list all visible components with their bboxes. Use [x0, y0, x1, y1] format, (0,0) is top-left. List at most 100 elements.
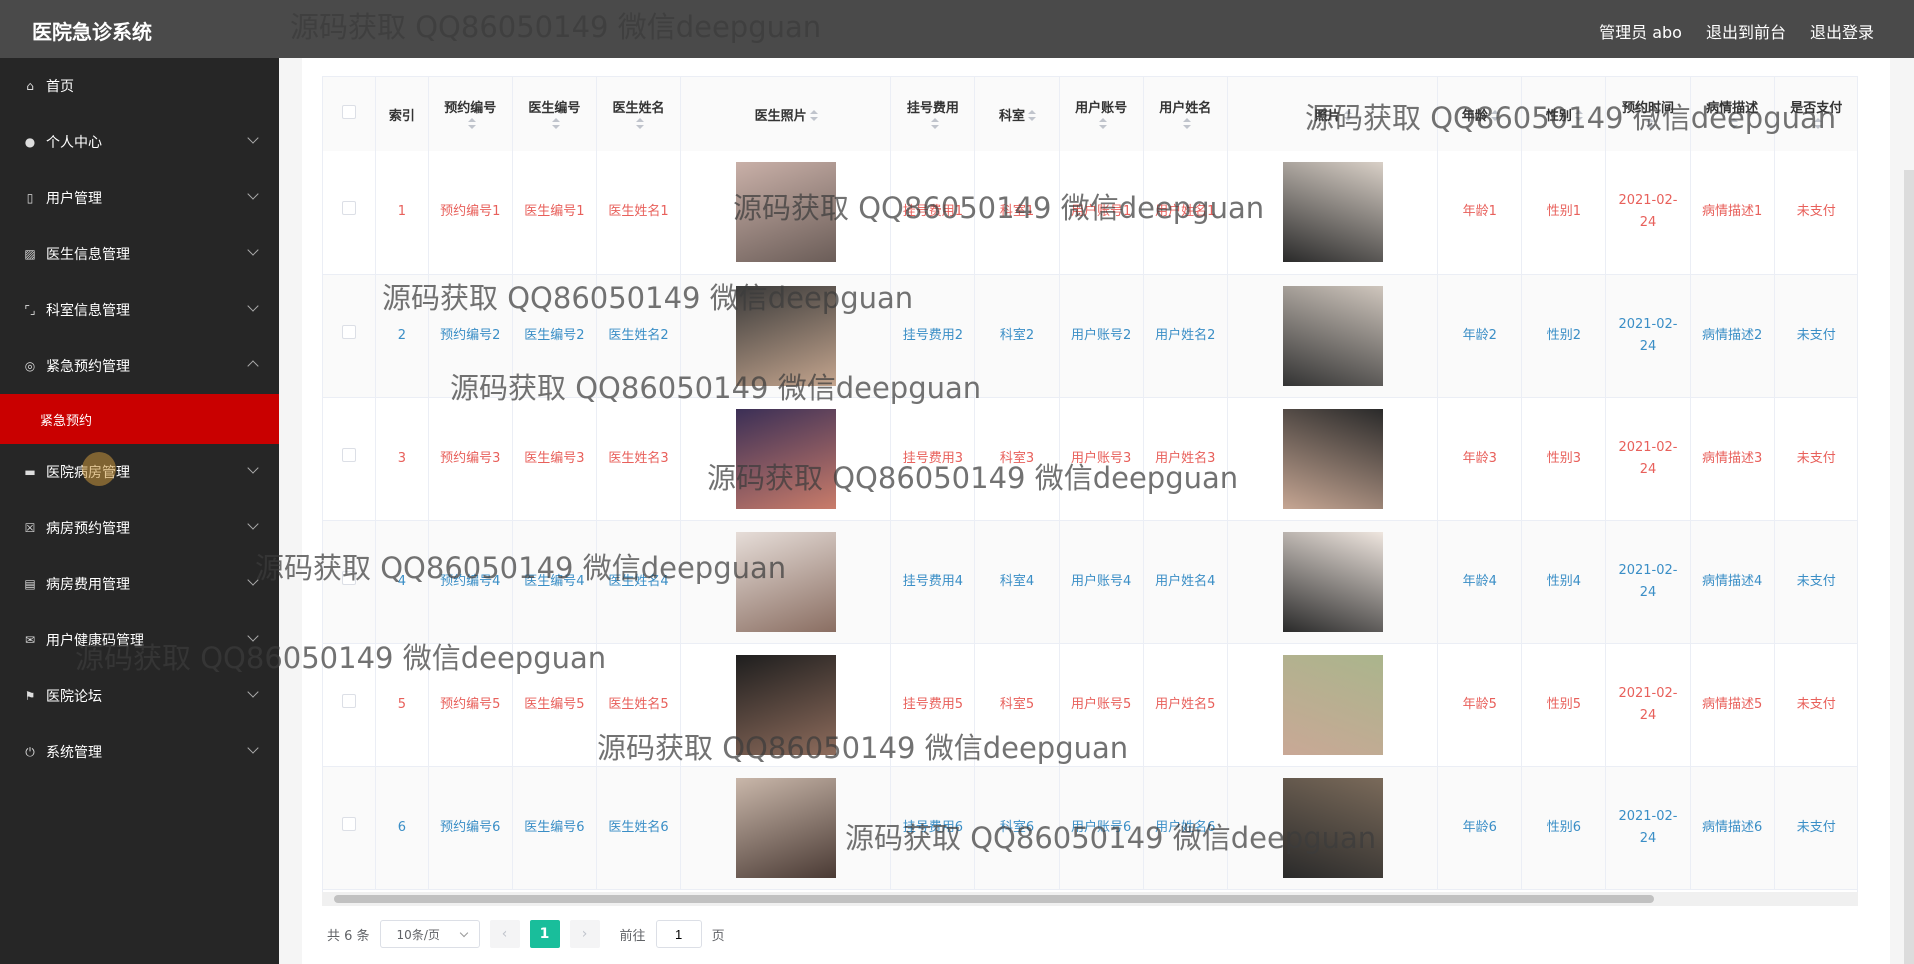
sidebar-item-doctor-info[interactable]: ▨ 医生信息管理: [0, 226, 279, 282]
next-page-button[interactable]: ›: [569, 920, 600, 948]
column-header[interactable]: 预约编号: [428, 77, 513, 151]
cell-fee: 挂号费用1: [890, 151, 976, 275]
app-title: 医院急诊系统: [32, 20, 152, 44]
message-icon: ▤: [24, 577, 36, 591]
sidebar-item-home[interactable]: ⌂ 首页: [0, 58, 279, 114]
doctor-photo: [735, 162, 836, 263]
page-1-button[interactable]: 1: [529, 920, 560, 948]
sidebar-item-forum[interactable]: ⚑ 医院论坛: [0, 668, 279, 724]
cell-user-name: 用户姓名6: [1143, 766, 1228, 890]
doctor-photo: [735, 531, 836, 632]
sidebar-item-ward-appointment[interactable]: ☒ 病房预约管理: [0, 500, 279, 556]
row-checkbox[interactable]: [323, 766, 377, 890]
cell-user-photo: [1227, 151, 1439, 275]
horizontal-scrollbar[interactable]: [322, 892, 1858, 906]
user-photo: [1282, 531, 1383, 632]
column-header[interactable]: 挂号费用: [890, 77, 976, 151]
column-header[interactable]: 医生姓名: [596, 77, 682, 151]
table-row: 6 预约编号6 医生编号6 医生姓名6 挂号费用6 科室6 用户账号6 用户姓名…: [323, 766, 1857, 890]
cell-doctor-no: 医生编号4: [512, 520, 597, 644]
cell-age: 年龄2: [1437, 274, 1523, 398]
page-suffix: 页: [711, 928, 725, 944]
column-header[interactable]: 医生编号: [512, 77, 597, 151]
goto-page-input[interactable]: [655, 920, 702, 948]
table-row: 4 预约编号4 医生编号4 医生姓名4 挂号费用4 科室4 用户账号4 用户姓名…: [323, 520, 1857, 644]
cell-fee: 挂号费用2: [890, 274, 976, 398]
cell-appointment-time: 2021-02-24: [1605, 766, 1691, 890]
cell-appointment-no: 预约编号1: [428, 151, 513, 275]
chart-icon: ▨: [24, 247, 36, 261]
cell-doctor-no: 医生编号5: [512, 643, 597, 767]
cell-description: 病情描述6: [1690, 766, 1775, 890]
select-all-checkbox[interactable]: [323, 77, 377, 151]
column-header: 索引: [375, 77, 429, 151]
cell-user-name: 用户姓名3: [1143, 397, 1228, 521]
sidebar-item-personal-center[interactable]: ● 个人中心: [0, 114, 279, 170]
cell-index: 1: [375, 151, 429, 275]
power-icon: ⏻: [25, 744, 35, 759]
column-header[interactable]: 照片: [1227, 77, 1439, 151]
cell-sex: 性别1: [1521, 151, 1607, 275]
cell-appointment-time: 2021-02-24: [1605, 397, 1691, 521]
logout-link[interactable]: 退出登录: [1810, 19, 1874, 43]
exit-to-front-link[interactable]: 退出到前台: [1706, 19, 1786, 43]
row-checkbox[interactable]: [323, 643, 377, 767]
cell-paid-status: 未支付: [1774, 766, 1857, 890]
sidebar-item-department-info[interactable]: ⌜⌟ 科室信息管理: [0, 282, 279, 338]
sidebar-item-system[interactable]: ⏻ 系统管理: [0, 724, 279, 780]
sidebar-item-label: 首页: [46, 79, 74, 95]
cell-doctor-photo: [680, 151, 892, 275]
column-header[interactable]: 用户姓名: [1143, 77, 1228, 151]
row-checkbox[interactable]: [323, 397, 377, 521]
cell-department: 科室2: [974, 274, 1060, 398]
doctor-photo: [735, 654, 836, 755]
cell-paid-status: 未支付: [1774, 274, 1857, 398]
cell-user-photo: [1227, 766, 1439, 890]
sidebar-subitem-emergency-appointment[interactable]: 紧急预约: [0, 394, 279, 444]
column-header[interactable]: 性别: [1521, 77, 1607, 151]
total-count: 共 6 条: [327, 928, 370, 944]
prev-page-button[interactable]: ‹: [489, 920, 520, 948]
user-icon: ●: [24, 135, 36, 149]
scrollbar-thumb[interactable]: [334, 895, 1654, 903]
table-row: 3 预约编号3 医生编号3 医生姓名3 挂号费用3 科室3 用户账号3 用户姓名…: [323, 397, 1857, 521]
sidebar-item-label: 紧急预约: [40, 413, 93, 429]
column-header[interactable]: 是否支付: [1774, 77, 1857, 151]
cell-user-account: 用户账号4: [1059, 520, 1144, 644]
sidebar-item-label: 病房费用管理: [46, 577, 130, 593]
cell-doctor-photo: [680, 520, 892, 644]
column-header[interactable]: 科室: [974, 77, 1060, 151]
sidebar-item-health-code[interactable]: ✉ 用户健康码管理: [0, 612, 279, 668]
row-checkbox[interactable]: [323, 151, 377, 275]
sidebar-item-ward-management[interactable]: ▬ 医院病房管理: [0, 444, 279, 500]
column-header[interactable]: 年龄: [1437, 77, 1523, 151]
cell-sex: 性别3: [1521, 397, 1607, 521]
chevron-down-icon: [247, 518, 259, 530]
row-checkbox[interactable]: [323, 520, 377, 644]
column-header[interactable]: 用户账号: [1059, 77, 1144, 151]
page-size-select[interactable]: 10条/页: [379, 920, 480, 948]
compass-icon: ◎: [24, 359, 36, 373]
cell-user-account: 用户账号5: [1059, 643, 1144, 767]
cell-sex: 性别6: [1521, 766, 1607, 890]
phone-icon: ▯: [26, 191, 34, 205]
cell-doctor-name: 医生姓名5: [596, 643, 682, 767]
column-header[interactable]: 病情描述: [1690, 77, 1775, 151]
sidebar-item-ward-fees[interactable]: ▤ 病房费用管理: [0, 556, 279, 612]
bed-icon: ▬: [24, 465, 36, 479]
column-header[interactable]: 预约时间: [1605, 77, 1691, 151]
column-header[interactable]: 医生照片: [680, 77, 892, 151]
page-scrollbar[interactable]: [1904, 170, 1914, 964]
cell-doctor-name: 医生姓名1: [596, 151, 682, 275]
sidebar-item-user-management[interactable]: ▯ 用户管理: [0, 170, 279, 226]
sidebar-item-emergency-appointment-management[interactable]: ◎ 紧急预约管理: [0, 338, 279, 394]
cell-appointment-time: 2021-02-24: [1605, 643, 1691, 767]
cell-fee: 挂号费用6: [890, 766, 976, 890]
sidebar-item-label: 用户健康码管理: [46, 633, 144, 649]
cell-user-photo: [1227, 643, 1439, 767]
cell-index: 2: [375, 274, 429, 398]
goto-label: 前往: [619, 928, 646, 944]
mouse-cursor: [82, 452, 116, 486]
row-checkbox[interactable]: [323, 274, 377, 398]
user-photo: [1282, 162, 1383, 263]
